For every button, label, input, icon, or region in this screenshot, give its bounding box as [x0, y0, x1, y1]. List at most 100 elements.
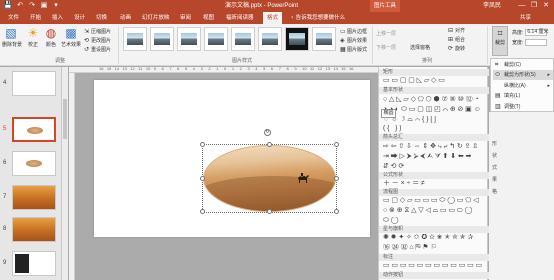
- tab-format[interactable]: 格式: [263, 12, 283, 24]
- resize-handle-w[interactable]: [200, 176, 205, 181]
- selection-pane-button[interactable]: 选择窗格: [410, 44, 430, 52]
- share-button[interactable]: 共享: [520, 12, 531, 24]
- slide-thumbnail[interactable]: [12, 71, 56, 96]
- shape-row-flow-2[interactable]: ○⊗⊕⧖△▽◁⌓▭▭⬭◯: [383, 207, 487, 215]
- send-backward-button[interactable]: 下移一层: [376, 44, 400, 52]
- shape-tooltip: 椭圆: [381, 109, 396, 118]
- resize-handle-s[interactable]: [267, 209, 272, 214]
- redo-icon[interactable]: ↷: [27, 1, 37, 11]
- picture-style-4[interactable]: [204, 27, 228, 51]
- tab-home[interactable]: 开始: [30, 12, 41, 24]
- tab-slideshow[interactable]: 幻灯片放映: [142, 12, 170, 24]
- shape-row-basic-1[interactable]: ○△◺▱◇⬠⬡⬢⑦⑧⑩⑫◔: [383, 96, 487, 104]
- ruler-tick-label: 5: [184, 66, 188, 71]
- shape-row-basic-3[interactable]: ♡☼☽⌓⌒{}[]: [383, 116, 487, 124]
- crop-menu-item[interactable]: ▤ 填充(L): [493, 91, 553, 101]
- change-picture-button[interactable]: ⟲ 更改图片: [84, 37, 111, 45]
- crop-menu-item[interactable]: ⌗ 裁剪(C): [493, 60, 553, 70]
- compress-pictures-button[interactable]: ⇲ 压缩图片: [84, 28, 111, 36]
- shape-row-equation[interactable]: ＋－×÷＝≠: [383, 180, 487, 188]
- tab-transitions[interactable]: 切换: [96, 12, 107, 24]
- slide-number: 9: [3, 260, 7, 266]
- slide-thumbnail[interactable]: [12, 251, 56, 276]
- group-button[interactable]: ⊞ 组合: [448, 36, 465, 44]
- resize-handle-ne[interactable]: [334, 142, 339, 147]
- minimize-icon[interactable]: —: [516, 0, 528, 12]
- present-icon[interactable]: ▣: [39, 1, 49, 11]
- remove-background-button[interactable]: ▧ 删除背景: [2, 26, 22, 56]
- ruler-tick-label: 9: [294, 66, 297, 71]
- resize-handle-e[interactable]: [334, 176, 339, 181]
- shape-row-flow-1[interactable]: ▭▢◇▱▭▭▭⬭◯▭⬠◁: [383, 197, 487, 205]
- restore-icon[interactable]: ❐: [528, 0, 540, 12]
- undo-icon[interactable]: ↶: [15, 1, 25, 11]
- crop-button[interactable]: ⌗ 裁剪: [492, 26, 508, 56]
- tab-foxit-reader[interactable]: 福昕阅读器: [226, 12, 254, 24]
- resize-handle-nw[interactable]: [200, 142, 205, 147]
- shape-row-callouts[interactable]: ▭▭▭▭▭▭▭▭▭▭▭▭: [383, 262, 487, 270]
- shape-row-stars-2[interactable]: ⑯㉔㉜⌂⛿⚑⚐: [383, 244, 487, 252]
- tab-animations[interactable]: 动画: [120, 12, 131, 24]
- shape-row-basic-4[interactable]: ({ }): [383, 125, 487, 133]
- height-field[interactable]: 高度: 6.14 厘米: [512, 29, 549, 37]
- tab-insert[interactable]: 插入: [52, 12, 63, 24]
- slide-thumbnail[interactable]: [12, 117, 56, 142]
- shape-group-stars: 星与旗帜: [379, 226, 489, 233]
- rotation-handle-icon[interactable]: ↻: [264, 129, 271, 136]
- bring-forward-button[interactable]: 上移一层: [376, 30, 400, 38]
- tab-file[interactable]: 文件: [8, 12, 19, 24]
- picture-style-7[interactable]: [285, 27, 309, 51]
- height-input[interactable]: 6.14 厘米: [525, 29, 549, 37]
- picture-border-button[interactable]: ▭图片边框: [340, 28, 367, 36]
- slide-thumbnail[interactable]: [12, 185, 56, 210]
- arrange-group-label: 排列: [422, 58, 433, 64]
- shape-row-arrows-1[interactable]: ⇨⇦⇧⇩⇔⇕✥⤷⤶↰↻⇪⇫: [383, 143, 487, 151]
- picture-style-8[interactable]: [312, 27, 336, 51]
- shape-row-flow-3[interactable]: ⬭◯: [383, 217, 487, 225]
- tab-design[interactable]: 设计: [74, 12, 85, 24]
- crop-menu-item[interactable]: ⬭ 裁剪为形状(S) ▸: [493, 70, 553, 81]
- tell-me-search[interactable]: ♀ 告诉我您想要做什么: [290, 12, 345, 24]
- vertical-ruler: [69, 73, 75, 280]
- shape-row-recent[interactable]: ▭▭▢▢◺▱◇▭: [383, 77, 487, 85]
- shape-row-basic-2[interactable]: ◕◑◐⬭▭▢◫◰⌒⊕⊘▣☺: [383, 106, 487, 114]
- crop-menu-item[interactable]: 纵横比(A) ▸: [493, 81, 553, 91]
- slide-thumbnail[interactable]: [12, 217, 56, 242]
- slide-number: 6: [3, 160, 7, 166]
- shape-row-arrows-3[interactable]: ⇵⟲⟳: [383, 163, 487, 171]
- picture-tools-context-label: 图片工具: [370, 0, 400, 12]
- slide-thumbnail[interactable]: [12, 151, 56, 176]
- align-button[interactable]: ⊟ 对齐: [448, 27, 465, 35]
- artistic-effects-button[interactable]: ▩ 艺术效果: [60, 26, 82, 56]
- crop-menu-item[interactable]: ▥ 调整(T): [493, 102, 553, 112]
- width-input[interactable]: [525, 39, 548, 47]
- scrollbar-thumb[interactable]: [63, 99, 67, 139]
- ruler-tick-label: 1: [231, 66, 235, 71]
- picture-style-2[interactable]: [150, 27, 174, 51]
- resize-handle-se[interactable]: [334, 209, 339, 214]
- slide-thumbnail-pane[interactable]: 4 5 6 7 8 9: [0, 67, 62, 280]
- corrections-button[interactable]: ☀ 校正: [24, 26, 42, 56]
- width-field[interactable]: 宽度:: [512, 39, 548, 47]
- tab-review[interactable]: 审阅: [180, 12, 191, 24]
- save-icon[interactable]: 💾: [3, 1, 13, 11]
- resize-handle-n[interactable]: [267, 142, 272, 147]
- picture-effects-button[interactable]: ◈ 图片效果: [340, 37, 367, 45]
- picture-style-3[interactable]: [177, 27, 201, 51]
- picture-layout-button[interactable]: ▦图片版式: [340, 46, 367, 54]
- user-name[interactable]: 李凤民: [483, 2, 501, 10]
- shape-row-stars-1[interactable]: ✺✹✦✧✩✪✫✬✭✮✯✰: [383, 234, 487, 242]
- close-icon[interactable]: ✕: [540, 0, 552, 12]
- rotate-button[interactable]: ⟳ 旋转: [448, 45, 465, 53]
- thumbnail-scrollbar[interactable]: [62, 67, 68, 280]
- reset-picture-button[interactable]: ↺ 重设图片: [84, 46, 111, 54]
- color-button[interactable]: ◍ 颜色: [42, 26, 60, 56]
- picture-style-6[interactable]: [258, 27, 282, 51]
- resize-handle-sw[interactable]: [200, 209, 205, 214]
- picture-style-5[interactable]: [231, 27, 255, 51]
- customize-quick-access-icon[interactable]: ▾: [51, 1, 61, 11]
- picture-style-1[interactable]: [123, 27, 147, 51]
- shape-row-arrows-2[interactable]: ⇥⮕▷⮞⮚⮜⮙⮛⬆⬇⬅➡: [383, 153, 487, 161]
- tab-view[interactable]: 视图: [203, 12, 214, 24]
- picture-effects-icon: ◈: [340, 38, 345, 44]
